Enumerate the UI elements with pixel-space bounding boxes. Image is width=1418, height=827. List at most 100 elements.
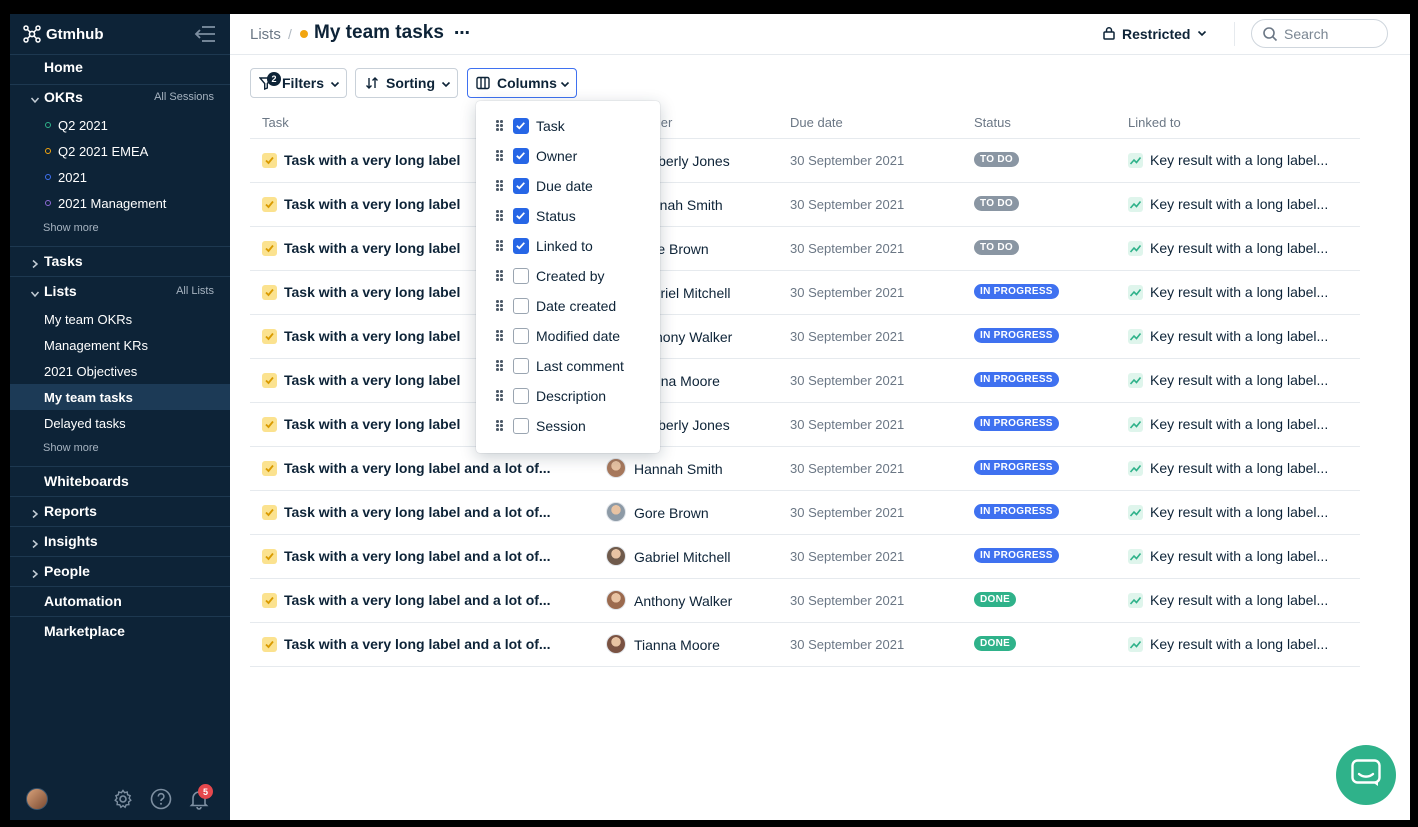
nav-okrs[interactable]: OKRs All Sessions: [10, 84, 230, 110]
drag-handle-icon[interactable]: [496, 300, 504, 312]
column-option[interactable]: Created by: [476, 261, 660, 291]
column-option[interactable]: Date created: [476, 291, 660, 321]
all-lists-link[interactable]: All Lists: [176, 285, 214, 297]
task-name[interactable]: Task with a very long label: [284, 152, 460, 168]
column-option[interactable]: Description: [476, 381, 660, 411]
column-option[interactable]: Modified date: [476, 321, 660, 351]
table-row[interactable]: Task with a very long label and a lot of…: [250, 623, 1360, 667]
checkbox-unchecked[interactable]: [513, 328, 529, 344]
nav-home[interactable]: Home: [10, 54, 230, 80]
drag-handle-icon[interactable]: [496, 270, 504, 282]
task-name[interactable]: Task with a very long label: [284, 372, 460, 388]
search-box[interactable]: [1251, 19, 1388, 48]
linked-key-result[interactable]: Key result with a long label...: [1150, 196, 1328, 212]
brand[interactable]: Gtmhub: [22, 23, 104, 45]
table-row[interactable]: Task with a very long label Kimberly Jone…: [250, 403, 1360, 447]
nav-whiteboards[interactable]: Whiteboards: [10, 468, 230, 494]
column-header-linked-to[interactable]: Linked to: [1128, 115, 1181, 130]
chat-launcher-button[interactable]: [1336, 745, 1396, 805]
drag-handle-icon[interactable]: [496, 360, 504, 372]
linked-key-result[interactable]: Key result with a long label...: [1150, 548, 1328, 564]
columns-button[interactable]: Columns: [467, 68, 577, 98]
drag-handle-icon[interactable]: [496, 240, 504, 252]
table-row[interactable]: Task with a very long label and a lot of…: [250, 447, 1360, 491]
column-option[interactable]: Last comment: [476, 351, 660, 381]
linked-key-result[interactable]: Key result with a long label...: [1150, 328, 1328, 344]
column-header-due-date[interactable]: Due date: [790, 115, 843, 130]
column-header-status[interactable]: Status: [974, 115, 1011, 130]
sidebar-item-list-active[interactable]: My team tasks: [10, 384, 230, 410]
sidebar-item-list[interactable]: 2021 Objectives: [10, 358, 230, 384]
task-name[interactable]: Task with a very long label and a lot of…: [284, 504, 551, 520]
sidebar-item-session[interactable]: Q2 2021 EMEA: [10, 138, 230, 164]
task-name[interactable]: Task with a very long label and a lot of…: [284, 548, 551, 564]
linked-key-result[interactable]: Key result with a long label...: [1150, 152, 1328, 168]
linked-key-result[interactable]: Key result with a long label...: [1150, 284, 1328, 300]
task-name[interactable]: Task with a very long label: [284, 284, 460, 300]
checkbox-checked[interactable]: [513, 148, 529, 164]
drag-handle-icon[interactable]: [496, 120, 504, 132]
table-row[interactable]: Task with a very long label Gabriel Mitch…: [250, 271, 1360, 315]
nav-automation[interactable]: Automation: [10, 588, 230, 614]
help-icon[interactable]: [150, 788, 172, 810]
table-row[interactable]: Task with a very long label Kimberly Jone…: [250, 139, 1360, 183]
sidebar-item-session[interactable]: 2021: [10, 164, 230, 190]
checkbox-checked[interactable]: [513, 178, 529, 194]
column-option[interactable]: Linked to: [476, 231, 660, 261]
user-avatar[interactable]: [26, 788, 48, 810]
checkbox-unchecked[interactable]: [513, 298, 529, 314]
task-name[interactable]: Task with a very long label: [284, 240, 460, 256]
table-row[interactable]: Task with a very long label Hannah Smith 3…: [250, 183, 1360, 227]
column-header-task[interactable]: Task: [262, 115, 289, 130]
gear-icon[interactable]: [112, 788, 134, 810]
linked-key-result[interactable]: Key result with a long label...: [1150, 592, 1328, 608]
sidebar-item-list[interactable]: My team OKRs: [10, 306, 230, 332]
task-name[interactable]: Task with a very long label and a lot of…: [284, 460, 551, 476]
task-name[interactable]: Task with a very long label and a lot of…: [284, 636, 551, 652]
column-option[interactable]: Owner: [476, 141, 660, 171]
sidebar-item-list[interactable]: Delayed tasks: [10, 410, 230, 436]
all-sessions-link[interactable]: All Sessions: [154, 91, 214, 103]
column-option[interactable]: Status: [476, 201, 660, 231]
drag-handle-icon[interactable]: [496, 390, 504, 402]
checkbox-unchecked[interactable]: [513, 358, 529, 374]
collapse-sidebar-icon[interactable]: [194, 25, 216, 43]
table-row[interactable]: Task with a very long label and a lot of…: [250, 491, 1360, 535]
drag-handle-icon[interactable]: [496, 420, 504, 432]
nav-reports[interactable]: Reports: [10, 498, 230, 524]
table-row[interactable]: Task with a very long label Gore Brown 30 …: [250, 227, 1360, 271]
okrs-show-more-link[interactable]: Show more: [43, 222, 99, 234]
sidebar-item-list[interactable]: Management KRs: [10, 332, 230, 358]
filters-button[interactable]: 2 Filters: [250, 68, 347, 98]
column-option[interactable]: Session: [476, 411, 660, 441]
table-row[interactable]: Task with a very long label and a lot of…: [250, 535, 1360, 579]
task-name[interactable]: Task with a very long label and a lot of…: [284, 592, 551, 608]
nav-people[interactable]: People: [10, 558, 230, 584]
linked-key-result[interactable]: Key result with a long label...: [1150, 504, 1328, 520]
table-row[interactable]: Task with a very long label Anthony Walke…: [250, 315, 1360, 359]
nav-marketplace[interactable]: Marketplace: [10, 618, 230, 644]
task-name[interactable]: Task with a very long label: [284, 416, 460, 432]
checkbox-checked[interactable]: [513, 238, 529, 254]
drag-handle-icon[interactable]: [496, 150, 504, 162]
drag-handle-icon[interactable]: [496, 180, 504, 192]
checkbox-checked[interactable]: [513, 208, 529, 224]
nav-lists[interactable]: Lists All Lists: [10, 278, 230, 304]
linked-key-result[interactable]: Key result with a long label...: [1150, 636, 1328, 652]
nav-tasks[interactable]: Tasks: [10, 248, 230, 274]
sorting-button[interactable]: Sorting: [355, 68, 458, 98]
breadcrumb-lists[interactable]: Lists: [250, 26, 281, 43]
column-option[interactable]: Due date: [476, 171, 660, 201]
linked-key-result[interactable]: Key result with a long label...: [1150, 372, 1328, 388]
linked-key-result[interactable]: Key result with a long label...: [1150, 416, 1328, 432]
checkbox-unchecked[interactable]: [513, 268, 529, 284]
checkbox-unchecked[interactable]: [513, 418, 529, 434]
table-row[interactable]: Task with a very long label and a lot of…: [250, 579, 1360, 623]
task-name[interactable]: Task with a very long label: [284, 196, 460, 212]
checkbox-checked[interactable]: [513, 118, 529, 134]
more-options-icon[interactable]: ⋯: [454, 23, 471, 43]
nav-insights[interactable]: Insights: [10, 528, 230, 554]
table-row[interactable]: Task with a very long label Tianna Moore 3…: [250, 359, 1360, 403]
linked-key-result[interactable]: Key result with a long label...: [1150, 460, 1328, 476]
lists-show-more-link[interactable]: Show more: [43, 442, 99, 454]
